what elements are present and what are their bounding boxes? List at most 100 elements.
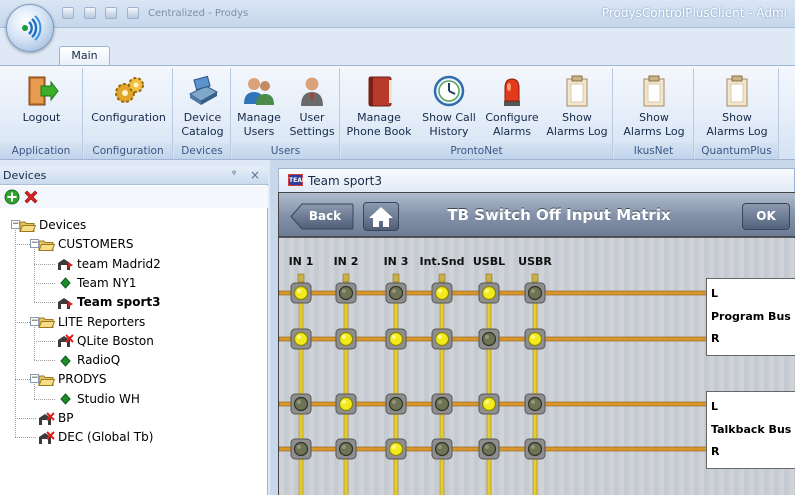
crosspoint-switch[interactable] [335, 393, 357, 415]
show-alarms-log-ikusnet-label-2: Alarms Log [623, 125, 685, 138]
tree-expander[interactable]: − [30, 374, 39, 384]
save-icon[interactable] [62, 7, 74, 19]
show-call-history-label-1: Show Call [422, 111, 476, 124]
folder-open-icon [19, 221, 36, 232]
crosspoint-switch[interactable] [524, 282, 546, 304]
crosspoint-switch[interactable] [290, 282, 312, 304]
device-disconnected-icon [39, 431, 55, 444]
crosspoint-switch[interactable] [335, 438, 357, 460]
customize-icon[interactable] [126, 7, 139, 19]
redo-icon[interactable] [105, 7, 117, 19]
devices-toolbar [0, 186, 268, 208]
crosspoint-switch[interactable] [385, 393, 407, 415]
input-line-cap [342, 273, 350, 283]
manage-phone-book-label-2: Phone Book [346, 125, 412, 138]
crosspoint-switch[interactable] [478, 438, 500, 460]
tree-item-team-ny1[interactable]: Team NY1 [57, 274, 136, 292]
app-title: ProdysControlPlusClient - Admi [601, 6, 787, 20]
input-line-cap [297, 273, 305, 283]
crosspoint-switch[interactable] [524, 438, 546, 460]
tree-item-lite-reporters[interactable]: LITE Reporters [38, 313, 145, 331]
tree-connector [15, 437, 36, 439]
manage-phone-book-button[interactable]: Manage Phone Book [343, 70, 415, 142]
crosspoint-switch[interactable] [385, 328, 407, 350]
crosspoint-switch[interactable] [385, 438, 407, 460]
tree-connector [34, 340, 55, 342]
input-label: USBL [473, 255, 505, 268]
add-device-icon[interactable] [4, 189, 20, 205]
close-icon[interactable]: × [250, 168, 260, 182]
crosspoint-switch[interactable] [524, 328, 546, 350]
user-settings-label-2: Settings [289, 125, 335, 138]
tree-item-studio-wh[interactable]: Studio WH [57, 390, 140, 408]
show-alarms-log-ikusnet-button[interactable]: Show Alarms Log [618, 70, 690, 142]
configure-alarms-label-2: Alarms [492, 125, 532, 138]
show-call-history-button[interactable]: Show Call History [417, 70, 481, 142]
crosspoint-switch[interactable] [478, 282, 500, 304]
pin-icon[interactable]: ᵠ [232, 169, 236, 180]
team-device-icon: TEAM [288, 174, 308, 186]
device-catalog-label-1: Device [183, 111, 222, 124]
user-settings-button[interactable]: User Settings [286, 70, 338, 142]
crosspoint-switch[interactable] [431, 328, 453, 350]
tree-connector [34, 282, 55, 284]
manage-phone-book-label-1: Manage [357, 111, 401, 124]
delete-device-icon[interactable] [23, 189, 39, 205]
tree-item-team-madrid2[interactable]: team Madrid2 [57, 255, 161, 273]
show-alarms-log-quantumplus-label-2: Alarms Log [706, 125, 768, 138]
crosspoint-switch[interactable] [290, 393, 312, 415]
crosspoint-switch[interactable] [478, 328, 500, 350]
crosspoint-switch[interactable] [431, 438, 453, 460]
clipboard-icon [643, 75, 665, 107]
show-alarms-log-ikusnet-label-1: Show [639, 111, 669, 124]
green-diamond-icon [60, 393, 71, 405]
device-connected-icon [58, 297, 73, 309]
matrix-panel: Back TB Switch Off Input Matrix OK IN 1I… [278, 192, 795, 495]
crosspoint-switch[interactable] [524, 393, 546, 415]
tree-connector [34, 398, 55, 400]
show-alarms-log-quantumplus-button[interactable]: Show Alarms Log [699, 70, 775, 142]
ok-button[interactable]: OK [742, 203, 790, 230]
tree-expander[interactable]: − [11, 220, 20, 229]
undo-icon[interactable] [83, 7, 96, 19]
crosspoint-switch[interactable] [290, 438, 312, 460]
crosspoint-switch[interactable] [335, 282, 357, 304]
tree-item-customers[interactable]: CUSTOMERS [38, 235, 133, 253]
crosspoint-switch[interactable] [290, 328, 312, 350]
crosspoint-switch[interactable] [431, 393, 453, 415]
tree-item-team-sport3[interactable]: Team sport3 [57, 293, 161, 311]
application-menu-button[interactable] [6, 4, 54, 52]
configure-alarms-button[interactable]: Configure Alarms [482, 70, 542, 142]
input-label: Int.Snd [420, 255, 465, 268]
crosspoint-switch[interactable] [478, 393, 500, 415]
quick-access-toolbar: Centralized - Prodys [62, 6, 262, 20]
tree-item-devices-root[interactable]: Devices [19, 216, 86, 234]
input-label: IN 1 [289, 255, 314, 268]
tree-expander[interactable]: − [30, 239, 39, 249]
crosspoint-switch[interactable] [335, 328, 357, 350]
input-line [532, 277, 538, 495]
tree-item-label: LITE Reporters [58, 314, 146, 329]
crosspoint-switch[interactable] [385, 282, 407, 304]
tree-item-radioq[interactable]: RadioQ [57, 351, 120, 369]
home-button[interactable] [363, 202, 399, 231]
logout-button[interactable]: Logout [4, 70, 79, 142]
bus-channel-left: L [711, 287, 719, 300]
devices-pane-title: Devices [3, 169, 47, 182]
crosspoint-switch[interactable] [431, 282, 453, 304]
folder-open-icon [38, 240, 55, 251]
manage-users-button[interactable]: Manage Users [234, 70, 284, 142]
back-button[interactable]: Back [290, 203, 354, 230]
document-tab[interactable]: TEAM Team sport3 [278, 168, 795, 192]
device-catalog-button[interactable]: Device Catalog [176, 70, 229, 142]
tree-expander[interactable]: − [30, 316, 39, 326]
tree-item-prodys[interactable]: PRODYS [38, 370, 107, 388]
show-alarms-log-prontonet-button[interactable]: Show Alarms Log [543, 70, 611, 142]
input-line-cap [392, 273, 400, 283]
tab-main[interactable]: Main [59, 46, 110, 66]
configuration-button[interactable]: Configuration [86, 70, 171, 142]
tree-item-dec-global-tb[interactable]: DEC (Global Tb) [38, 428, 153, 446]
tree-item-bp[interactable]: BP [38, 409, 73, 427]
tree-connector [34, 360, 55, 362]
tree-item-qlite-boston[interactable]: QLite Boston [57, 332, 154, 350]
